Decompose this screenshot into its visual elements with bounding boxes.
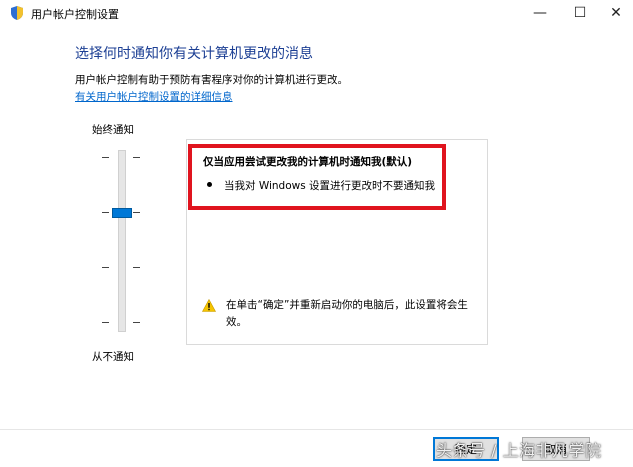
slider-tick xyxy=(133,157,140,158)
title-bar: 用户帐户控制设置 — ☐ ✕ xyxy=(0,0,633,26)
maximize-icon: ☐ xyxy=(573,5,587,21)
maximize-button[interactable]: ☐ xyxy=(560,0,600,26)
ok-button[interactable]: 确定 xyxy=(433,437,499,461)
slider-track[interactable] xyxy=(118,150,126,332)
slider-thumb[interactable] xyxy=(112,208,132,218)
bullet-icon xyxy=(207,182,212,187)
minimize-icon: — xyxy=(533,5,547,21)
restart-warning-text: 在单击“确定”并重新启动你的电脑后，此设置将会生效。 xyxy=(226,299,468,328)
slider-tick xyxy=(102,212,109,213)
minimize-button[interactable]: — xyxy=(520,0,560,26)
page-heading: 选择何时通知你有关计算机更改的消息 xyxy=(75,46,313,62)
warning-icon xyxy=(202,299,216,312)
slider-tick xyxy=(133,322,140,323)
slider-tick xyxy=(133,212,140,213)
window-title: 用户帐户控制设置 xyxy=(31,8,119,21)
cancel-button[interactable]: 取消 xyxy=(522,437,590,461)
uac-shield-icon xyxy=(11,6,23,20)
notification-level-slider[interactable] xyxy=(100,150,144,334)
slider-top-label: 始终通知 xyxy=(92,124,134,136)
close-button[interactable]: ✕ xyxy=(596,0,633,26)
slider-tick xyxy=(102,157,109,158)
level-bullet-text: 当我对 Windows 设置进行更改时不要通知我 xyxy=(224,180,436,192)
level-title: 仅当应用尝试更改我的计算机时通知我(默认) xyxy=(203,156,413,168)
page-description: 用户帐户控制有助于预防有害程序对你的计算机进行更改。 xyxy=(75,74,348,86)
close-icon: ✕ xyxy=(610,5,622,21)
slider-bottom-label: 从不通知 xyxy=(92,351,134,363)
slider-tick xyxy=(102,322,109,323)
slider-tick xyxy=(133,267,140,268)
footer-divider xyxy=(0,429,633,430)
uac-info-link[interactable]: 有关用户帐户控制设置的详细信息 xyxy=(75,89,233,104)
slider-tick xyxy=(102,267,109,268)
